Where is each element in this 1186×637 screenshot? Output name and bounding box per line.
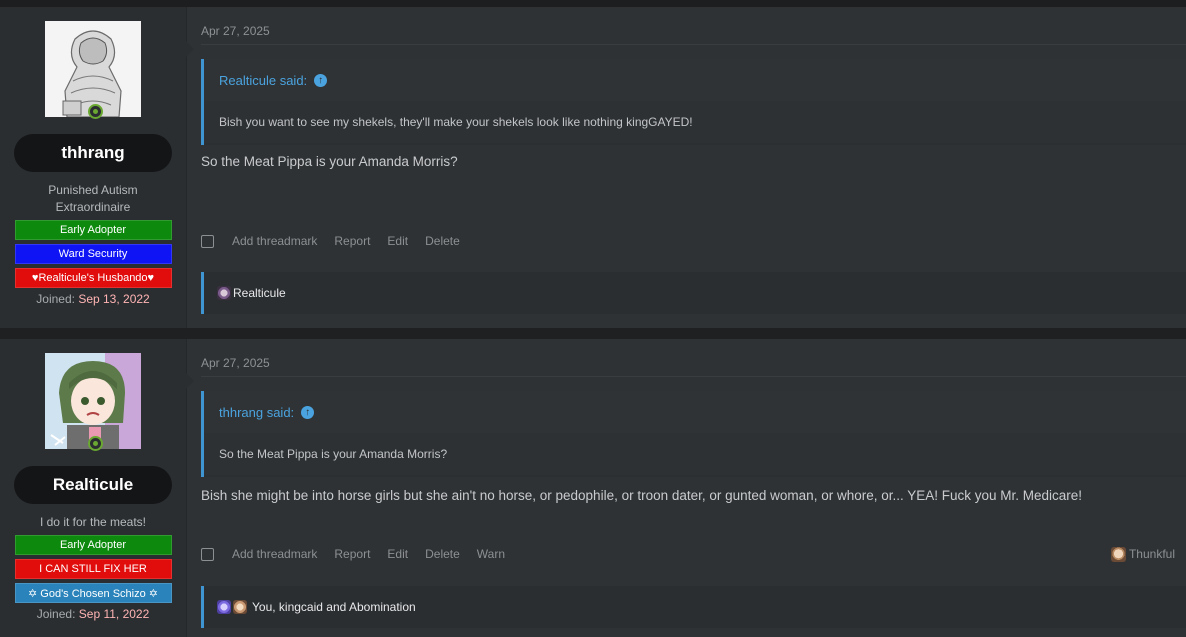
avatar-image[interactable] [45, 353, 141, 449]
user-banner: ♥Realticule's Husbando♥ [14, 268, 172, 288]
username[interactable]: Realticule [14, 466, 172, 504]
reaction-icon [217, 286, 231, 300]
edit-link[interactable]: Edit [387, 234, 408, 248]
edit-link[interactable]: Edit [387, 547, 408, 561]
user-banner: Early Adopter [14, 535, 172, 555]
warn-link[interactable]: Warn [477, 547, 505, 561]
message-cell: Apr 27, 2025 thhrang said: ↑ So the Meat… [187, 339, 1186, 637]
top-bar [0, 0, 1186, 7]
username[interactable]: thhrang [14, 134, 172, 172]
user-cell: thhrang Punished Autism Extraordinaire E… [0, 7, 194, 328]
quote-block: Realticule said: ↑ Bish you want to see … [201, 59, 1186, 145]
add-threadmark-link[interactable]: Add threadmark [232, 234, 317, 248]
reactions-bar[interactable]: You, kingcaid and Abomination [201, 586, 1186, 628]
delete-link[interactable]: Delete [425, 547, 460, 561]
arrow-up-circle-icon[interactable]: ↑ [301, 405, 315, 419]
react-button-label[interactable]: Thunkful [1129, 547, 1175, 561]
report-link[interactable]: Report [334, 547, 370, 561]
user-title: Punished Autism Extraordinaire [48, 183, 138, 214]
online-status-icon [88, 104, 103, 119]
arrow-up-circle-icon[interactable]: ↑ [314, 73, 328, 87]
joined-date: Sep 11, 2022 [78, 607, 150, 621]
joined-date: Sep 13, 2022 [78, 292, 150, 306]
action-bar: Add threadmark Report Edit Delete Warn T… [201, 546, 1186, 562]
user-cell: Realticule I do it for the meats! Early … [0, 339, 194, 637]
reaction-icon [233, 600, 247, 614]
avatar[interactable] [45, 353, 141, 451]
quote-header[interactable]: thhrang said: ↑ [204, 391, 1186, 433]
user-cell-arrow [186, 373, 194, 389]
joined-label: Joined: [36, 292, 75, 306]
message-body: So the Meat Pippa is your Amanda Morris? [201, 154, 458, 169]
delete-link[interactable]: Delete [425, 234, 460, 248]
avatar-image[interactable] [45, 21, 141, 117]
quote-block: thhrang said: ↑ So the Meat Pippa is you… [201, 391, 1186, 477]
user-banner: Early Adopter [14, 220, 172, 240]
user-title: I do it for the meats! [39, 515, 147, 529]
reaction-icon [217, 600, 231, 614]
quote-author[interactable]: thhrang said: [219, 405, 294, 420]
user-banner: ✡ God's Chosen Schizo ✡ [14, 583, 172, 603]
action-bar: Add threadmark Report Edit Delete [201, 233, 1186, 249]
add-threadmark-link[interactable]: Add threadmark [232, 547, 317, 561]
message-cell: Apr 27, 2025 Realticule said: ↑ Bish you… [187, 7, 1186, 328]
react-button[interactable]: Thunkful [1110, 546, 1175, 562]
post: thhrang Punished Autism Extraordinaire E… [0, 7, 1186, 328]
reactions-list[interactable]: You, kingcaid and Abomination [252, 600, 416, 614]
divider [201, 44, 1186, 45]
avatar[interactable] [45, 21, 141, 119]
post-separator [0, 328, 1186, 339]
quote-author[interactable]: Realticule said: [219, 73, 307, 88]
divider [201, 376, 1186, 377]
joined-info: Joined: Sep 11, 2022 [37, 607, 150, 621]
user-banner: I CAN STILL FIX HER [14, 559, 172, 579]
quote-text: Bish you want to see my shekels, they'll… [204, 101, 1186, 143]
reactions-list[interactable]: Realticule [233, 286, 286, 300]
post: Realticule I do it for the meats! Early … [0, 339, 1186, 637]
select-checkbox[interactable] [201, 234, 214, 248]
post-date[interactable]: Apr 27, 2025 [201, 356, 270, 370]
joined-label: Joined: [36, 607, 76, 621]
joined-info: Joined: Sep 13, 2022 [36, 292, 149, 306]
user-banner: Ward Security [14, 244, 172, 264]
message-body: Bish she might be into horse girls but s… [201, 488, 1083, 503]
quote-header[interactable]: Realticule said: ↑ [204, 59, 1186, 101]
post-date[interactable]: Apr 27, 2025 [201, 24, 270, 38]
online-status-icon [88, 436, 103, 451]
thunkful-reaction-icon [1110, 546, 1126, 562]
report-link[interactable]: Report [334, 234, 370, 248]
quote-text: So the Meat Pippa is your Amanda Morris? [204, 433, 1186, 475]
user-cell-arrow [186, 41, 194, 57]
reactions-bar[interactable]: Realticule [201, 272, 1186, 314]
select-checkbox[interactable] [201, 547, 214, 561]
